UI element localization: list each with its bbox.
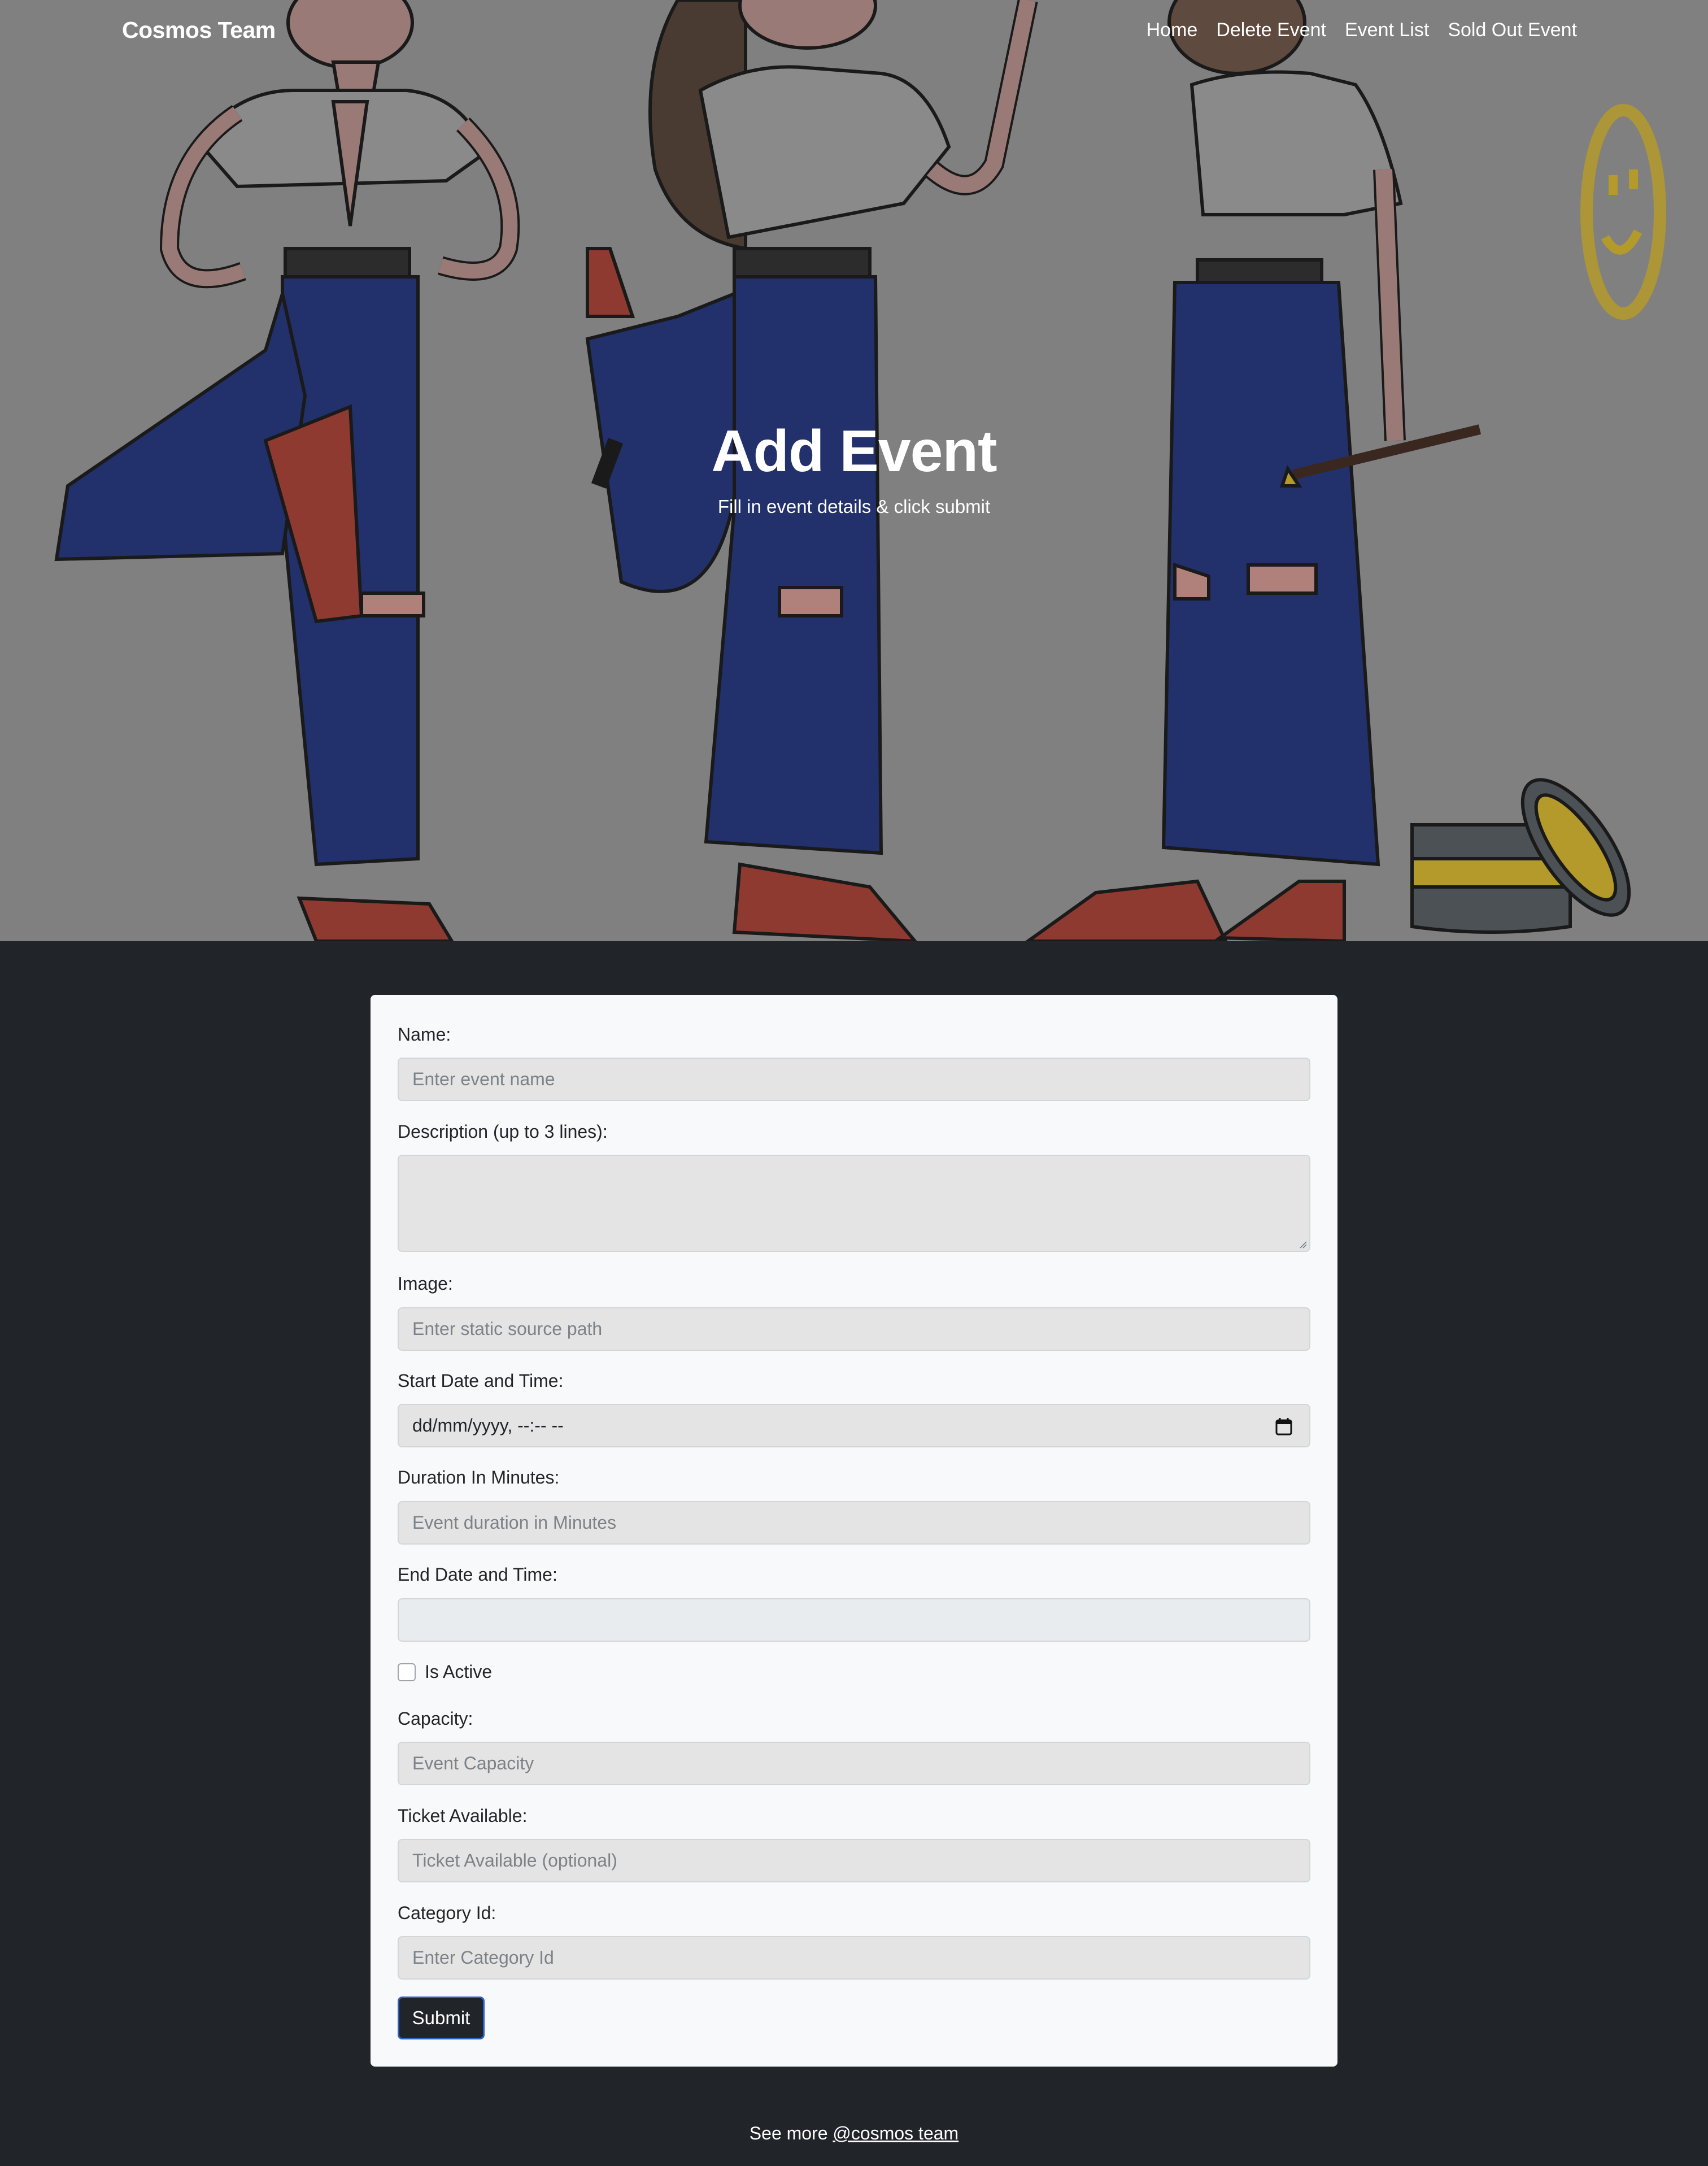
name-label: Name:: [398, 1024, 451, 1045]
image-label: Image:: [398, 1273, 453, 1294]
hero-section: Cosmos Team Home Delete Event Event List…: [0, 0, 1708, 941]
capacity-label: Capacity:: [398, 1708, 473, 1729]
nav-link-sold-out-event[interactable]: Sold Out Event: [1448, 19, 1577, 41]
nav-link-delete-event[interactable]: Delete Event: [1216, 19, 1326, 41]
page-subtitle: Fill in event details & click submit: [717, 496, 991, 517]
nav-links: Home Delete Event Event List Sold Out Ev…: [1147, 19, 1577, 41]
navbar: Cosmos Team Home Delete Event Event List…: [0, 0, 1708, 63]
footer: See more @cosmos team: [0, 2123, 1708, 2144]
ticket-available-label: Ticket Available:: [398, 1806, 528, 1826]
footer-link[interactable]: @cosmos team: [833, 2123, 958, 2143]
nav-link-home[interactable]: Home: [1147, 19, 1198, 41]
description-textarea[interactable]: [398, 1155, 1310, 1252]
duration-input[interactable]: Event duration in Minutes: [398, 1501, 1310, 1545]
resize-handle-icon[interactable]: [1298, 1239, 1307, 1249]
description-label: Description (up to 3 lines):: [398, 1121, 608, 1142]
event-form-card: Name: Enter event name Description (up t…: [371, 995, 1337, 2067]
submit-button[interactable]: Submit: [398, 1997, 485, 2039]
calendar-icon[interactable]: [1275, 1417, 1292, 1436]
start-datetime-input[interactable]: dd/mm/yyyy, --:-- --: [398, 1404, 1310, 1447]
category-id-input[interactable]: Enter Category Id: [398, 1936, 1310, 1980]
start-datetime-value: dd/mm/yyyy, --:-- --: [412, 1415, 564, 1436]
capacity-input[interactable]: Event Capacity: [398, 1742, 1310, 1785]
footer-text: See more: [749, 2123, 828, 2143]
start-datetime-label: Start Date and Time:: [398, 1371, 564, 1391]
page-title: Add Event: [711, 419, 997, 484]
duration-label: Duration In Minutes:: [398, 1467, 560, 1488]
end-datetime-label: End Date and Time:: [398, 1564, 557, 1585]
name-input[interactable]: Enter event name: [398, 1058, 1310, 1101]
ticket-available-input[interactable]: Ticket Available (optional): [398, 1839, 1310, 1882]
end-datetime-input: [398, 1598, 1310, 1642]
category-id-label: Category Id:: [398, 1903, 496, 1923]
image-input[interactable]: Enter static source path: [398, 1307, 1310, 1351]
nav-link-event-list[interactable]: Event List: [1345, 19, 1429, 41]
brand-logo[interactable]: Cosmos Team: [122, 17, 276, 44]
is-active-label: Is Active: [425, 1662, 493, 1682]
is-active-checkbox[interactable]: [398, 1663, 416, 1681]
